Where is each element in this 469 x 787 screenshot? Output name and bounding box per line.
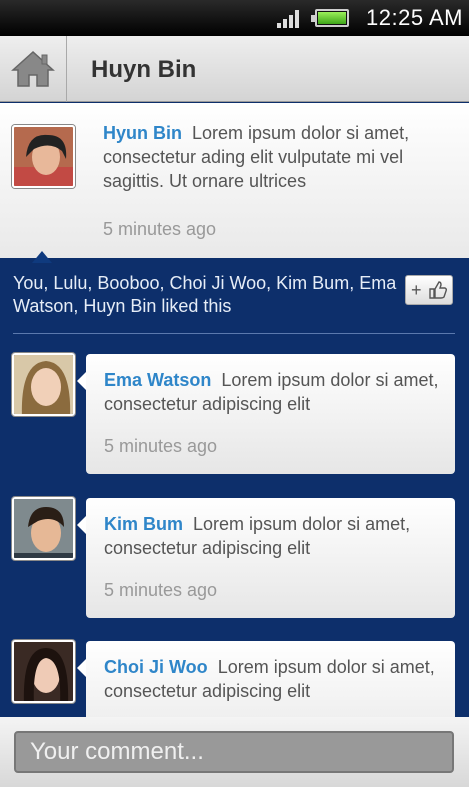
comment-card: Ema Watson Lorem ipsum dolor si amet, co… bbox=[77, 354, 455, 474]
comment-time: 5 minutes ago bbox=[104, 436, 218, 456]
likes-section: You, Lulu, Booboo, Choi Ji Woo, Kim Bum,… bbox=[0, 258, 469, 336]
post-author[interactable]: Hyun Bin bbox=[103, 123, 182, 143]
comment-author[interactable]: Choi Ji Woo bbox=[104, 657, 208, 677]
home-button[interactable] bbox=[0, 36, 67, 102]
like-plus-label: + bbox=[411, 280, 422, 300]
post-time: 5 minutes ago bbox=[103, 219, 217, 239]
signal-icon bbox=[277, 10, 301, 28]
comment-author[interactable]: Kim Bum bbox=[104, 514, 183, 534]
battery-icon bbox=[311, 9, 349, 27]
comment-author[interactable]: Ema Watson bbox=[104, 370, 211, 390]
likes-text: You, Lulu, Booboo, Choi Ji Woo, Kim Bum,… bbox=[13, 273, 397, 316]
comment-input[interactable] bbox=[14, 731, 454, 773]
avatar[interactable] bbox=[12, 497, 75, 560]
thumbs-up-icon bbox=[429, 281, 448, 299]
avatar[interactable] bbox=[12, 640, 75, 703]
comment-body: Kim Bum Lorem ipsum dolor si amet, conse… bbox=[104, 512, 444, 560]
status-time: 12:25 AM bbox=[366, 5, 463, 30]
like-button[interactable]: + bbox=[405, 275, 453, 305]
avatar[interactable] bbox=[12, 353, 75, 416]
comment-body: Ema Watson Lorem ipsum dolor si amet, co… bbox=[104, 368, 444, 416]
page-title: Huyn Bin bbox=[91, 56, 197, 83]
divider bbox=[13, 333, 455, 334]
status-bar: 12:25 AM bbox=[0, 0, 469, 36]
post-body: Hyun Bin Lorem ipsum dolor si amet, cons… bbox=[103, 121, 443, 193]
comment-input-bar bbox=[0, 717, 469, 787]
comment-card: Kim Bum Lorem ipsum dolor si amet, conse… bbox=[77, 498, 455, 618]
comment-body: Choi Ji Woo Lorem ipsum dolor si amet, c… bbox=[104, 655, 444, 703]
comment-time: 5 minutes ago bbox=[104, 580, 218, 600]
main-post: Hyun Bin Lorem ipsum dolor si amet, cons… bbox=[0, 103, 469, 263]
home-icon bbox=[11, 50, 55, 87]
avatar[interactable] bbox=[12, 125, 75, 188]
title-bar: Huyn Bin bbox=[0, 36, 469, 102]
